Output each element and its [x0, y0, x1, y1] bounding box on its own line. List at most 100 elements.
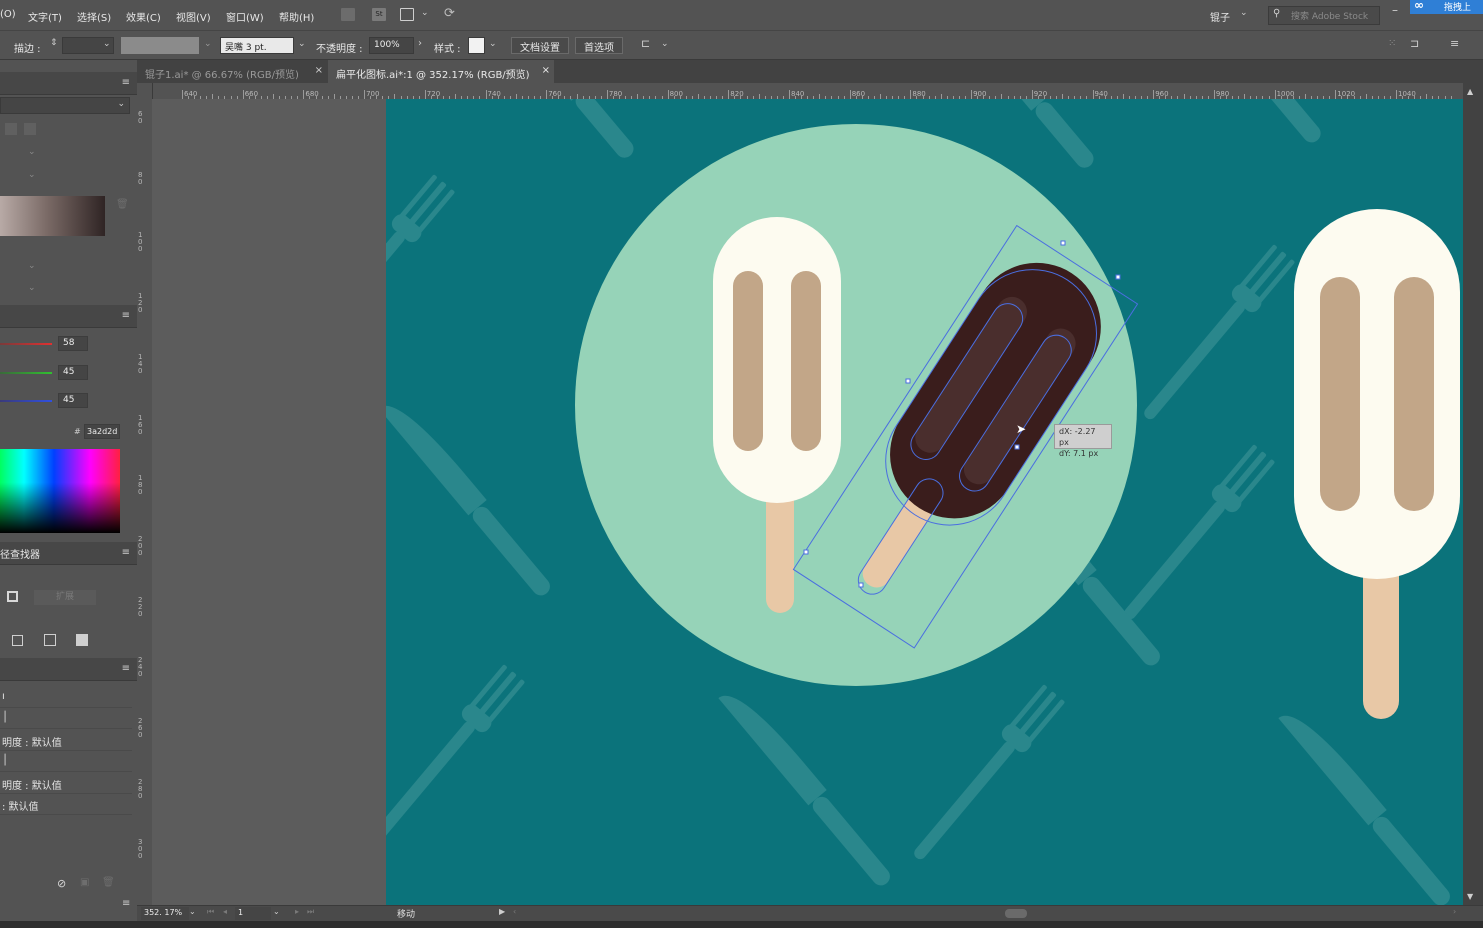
green-slider[interactable] [0, 372, 52, 374]
duplicate-item-icon[interactable]: ▣ [80, 877, 89, 888]
trim-icon[interactable] [44, 634, 56, 646]
chevron-down-icon: ⌄ [117, 99, 125, 109]
chevron-down-icon[interactable]: ⌄ [273, 907, 280, 916]
stroke-type-dropdown[interactable]: ⌄ [0, 97, 130, 114]
last-artboard-icon[interactable]: ⏭ [307, 907, 314, 917]
chevron-down-icon[interactable]: ⌄ [298, 39, 306, 49]
preferences-button[interactable]: 首选项 [575, 37, 623, 54]
variable-width-profile[interactable] [121, 37, 199, 54]
chevron-down-icon[interactable]: ⌄ [661, 39, 669, 49]
divide-icon[interactable] [12, 635, 23, 646]
stepper-icon[interactable]: ⇕ [50, 38, 58, 48]
color-panel-header: ≡ [0, 305, 137, 328]
appearance-row[interactable]: ı [0, 687, 132, 708]
panel-menu-icon[interactable]: ≡ [122, 663, 130, 674]
panel-menu-icon[interactable]: ≡ [122, 310, 130, 321]
stock-icon[interactable]: St [372, 8, 386, 21]
appearance-row[interactable]: │ [0, 751, 132, 772]
ruler-tick [1335, 90, 1337, 99]
trash-icon[interactable]: 🗑 [102, 877, 115, 888]
blue-value-field[interactable]: 45 [58, 393, 88, 408]
arrange-icon[interactable]: ⊐ [1410, 37, 1419, 50]
appearance-row[interactable]: 明度 : 默认值 [0, 773, 132, 794]
gradient-type-icon[interactable] [5, 123, 17, 135]
panel-menu-icon[interactable]: ≡ [1450, 37, 1459, 50]
tab-document-2[interactable]: 扁平化图标.ai*:1 @ 352.17% (RGB/预览) × [328, 60, 554, 83]
scroll-left-icon[interactable]: ‹ [513, 907, 516, 916]
artboard[interactable] [386, 99, 1463, 905]
artboard-number-field[interactable]: 1 [235, 907, 271, 920]
menu-object[interactable]: (O) [0, 9, 16, 20]
stock-search-input[interactable]: ⚲ 搜索 Adobe Stock [1268, 6, 1380, 25]
appearance-row[interactable]: 明度 : 默认值 [0, 730, 132, 751]
close-icon[interactable]: × [542, 65, 550, 76]
ruler-tick [485, 90, 487, 99]
opacity-field[interactable]: 100% [369, 37, 414, 54]
chevron-down-icon[interactable]: ⌄ [189, 907, 196, 916]
zoom-field[interactable]: 352. 17% [141, 907, 189, 920]
minimize-icon[interactable]: – [1392, 3, 1398, 17]
chevron-down-icon[interactable]: ⌄ [204, 39, 212, 49]
chevron-down-icon[interactable]: ⌄ [28, 147, 36, 157]
scroll-right-icon[interactable]: › [1453, 907, 1456, 916]
workspace-switcher[interactable]: 锟子 [1210, 9, 1230, 24]
green-value-field[interactable]: 45 [58, 365, 88, 380]
menu-select[interactable]: 选择(S) [77, 9, 111, 24]
gradient-slider[interactable] [0, 196, 105, 236]
panel-menu-icon[interactable]: ≡ [122, 898, 130, 909]
chevron-down-icon[interactable]: ⌄ [28, 261, 36, 271]
exclude-shape-icon[interactable] [7, 591, 18, 602]
panel-menu-icon[interactable]: ≡ [122, 77, 130, 88]
chevron-down-icon[interactable]: ⌄ [28, 170, 36, 180]
ruler-tick-label: 240 [138, 656, 143, 679]
chevron-down-icon[interactable]: ⌄ [103, 39, 111, 49]
merge-icon[interactable] [76, 634, 88, 646]
ruler-tick-label: 660 [244, 90, 259, 98]
chevron-down-icon[interactable]: ⌄ [28, 283, 36, 293]
document-setup-button[interactable]: 文档设置 [511, 37, 569, 54]
chevron-down-icon[interactable]: ⌄ [421, 8, 429, 18]
creative-cloud-badge[interactable]: ∞ 拖拽上 [1410, 0, 1483, 14]
panel-menu-icon[interactable]: ≡ [122, 547, 130, 558]
red-slider[interactable] [0, 343, 52, 345]
isolate-icon[interactable]: ⁙ [1388, 38, 1396, 49]
menu-effect[interactable]: 效果(C) [126, 9, 161, 24]
popsicle-stripe [1394, 277, 1434, 511]
trash-icon[interactable]: 🗑 [116, 199, 129, 210]
appearance-row[interactable]: │ [0, 708, 132, 729]
arrange-documents-icon[interactable] [400, 8, 414, 21]
menu-view[interactable]: 视图(V) [176, 9, 211, 24]
bridge-icon[interactable] [341, 8, 355, 21]
previous-artboard-icon[interactable]: ◂ [223, 907, 227, 916]
graphic-style-swatch[interactable] [468, 37, 485, 54]
scroll-down-icon[interactable]: ▼ [1467, 892, 1473, 901]
align-icon[interactable]: ⊏ [641, 37, 650, 50]
status-menu-icon[interactable]: ▶ [499, 907, 505, 916]
close-icon[interactable]: × [315, 65, 323, 76]
brush-definition-field[interactable]: 吴嘴 3 pt. [220, 37, 294, 54]
chevron-down-icon[interactable]: ⌄ [489, 39, 497, 49]
gradient-stroke-icon[interactable] [24, 123, 36, 135]
horizontal-scroll-thumb[interactable] [1005, 909, 1027, 918]
menu-type[interactable]: 文字(T) [28, 9, 62, 24]
expand-button[interactable]: 扩展 [34, 590, 96, 605]
chevron-down-icon[interactable]: ⌄ [1240, 8, 1248, 18]
menu-window[interactable]: 窗口(W) [226, 9, 264, 24]
scroll-up-icon[interactable]: ▲ [1467, 87, 1473, 96]
fork-icon [1144, 244, 1295, 420]
vertical-scrollbar[interactable]: ▲ ▼ [1463, 83, 1483, 905]
tab-document-1[interactable]: 锟子1.ai* @ 66.67% (RGB/预览) × [137, 60, 327, 83]
gpu-performance-icon[interactable]: ⟳ [444, 6, 455, 21]
first-artboard-icon[interactable]: ⏮ [207, 907, 214, 917]
clear-appearance-icon[interactable]: ⊘ [57, 877, 66, 890]
blue-slider[interactable] [0, 400, 52, 402]
color-spectrum[interactable] [0, 449, 120, 533]
menu-help[interactable]: 帮助(H) [279, 9, 314, 24]
red-value-field[interactable]: 58 [58, 336, 88, 351]
vanilla-popsicle-right[interactable] [1294, 209, 1460, 719]
hex-value-field[interactable]: 3a2d2d [84, 424, 120, 439]
ruler-tick-label: 100 [138, 231, 143, 254]
appearance-row[interactable]: : 默认值 [0, 794, 132, 815]
chevron-right-icon[interactable]: › [418, 38, 422, 49]
next-artboard-icon[interactable]: ▸ [295, 907, 299, 916]
